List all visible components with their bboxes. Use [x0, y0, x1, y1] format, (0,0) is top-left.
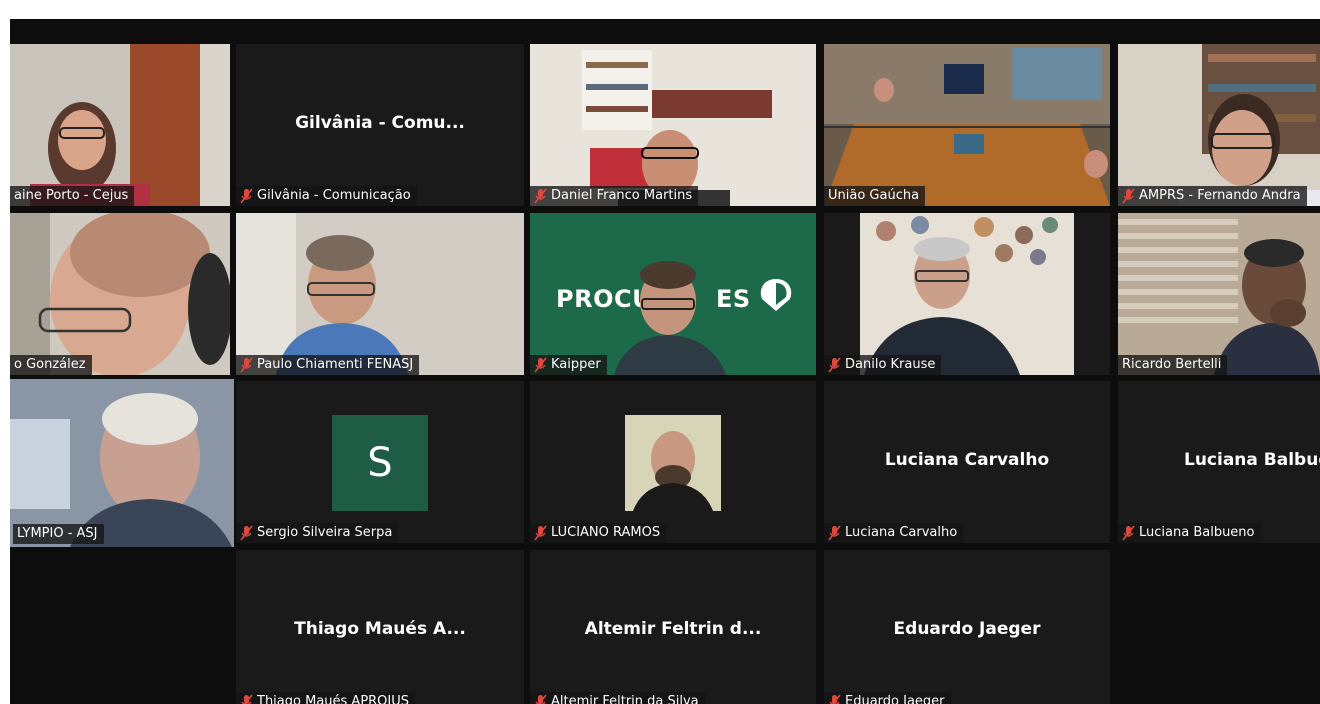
- muted-mic-icon: [1122, 188, 1135, 204]
- participant-tile[interactable]: S Sergio Silveira Serpa: [236, 381, 524, 543]
- profile-avatar: S: [332, 415, 428, 511]
- participant-tile[interactable]: Paulo Chiamenti FENASJ: [236, 213, 524, 375]
- participant-tile[interactable]: Thiago Maués A... Thiago Maués APROJUS: [236, 550, 524, 704]
- name-label: LUCIANO RAMOS: [530, 523, 667, 543]
- participant-tile-active-speaker[interactable]: LYMPIO - ASJ: [10, 379, 234, 547]
- participant-video: [824, 44, 1110, 206]
- participant-tile[interactable]: Altemir Feltrin d... Altemir Feltrin da …: [530, 550, 816, 704]
- name-label: Eduardo Jaeger: [824, 692, 951, 704]
- name-label: AMPRS - Fernando Andra: [1118, 186, 1307, 206]
- muted-mic-icon: [534, 357, 547, 373]
- participant-video: [614, 261, 726, 375]
- participant-tile[interactable]: Eduardo Jaeger Eduardo Jaeger: [824, 550, 1110, 704]
- participant-display-name: Gilvânia - Comu...: [295, 113, 465, 133]
- participant-video: [10, 44, 230, 206]
- name-label: LYMPIO - ASJ: [13, 524, 104, 544]
- name-label: Luciana Balbueno: [1118, 523, 1261, 543]
- muted-mic-icon: [828, 357, 841, 373]
- muted-mic-icon: [534, 525, 547, 541]
- name-label: Kaipper: [530, 355, 607, 375]
- participant-tile[interactable]: AMPRS - Fernando Andra: [1118, 44, 1320, 206]
- participant-tile[interactable]: Luciana Carvalho Luciana Carvalho: [824, 381, 1110, 543]
- participant-video: [10, 379, 234, 547]
- participant-tile[interactable]: LUCIANO RAMOS: [530, 381, 816, 543]
- name-label: Danilo Krause: [824, 355, 942, 375]
- name-label: Ricardo Bertelli: [1118, 355, 1228, 375]
- muted-mic-icon: [535, 694, 547, 704]
- participant-video: [530, 44, 816, 206]
- muted-mic-icon: [828, 525, 841, 541]
- name-label: Gilvânia - Comunicação: [236, 186, 417, 206]
- name-label: Thiago Maués APROJUS: [236, 692, 416, 704]
- muted-mic-icon: [241, 694, 253, 704]
- participant-video: [824, 213, 1110, 375]
- participant-tile[interactable]: o González: [10, 213, 230, 375]
- participant-tile[interactable]: Danilo Krause: [824, 213, 1110, 375]
- participant-video: [1118, 44, 1320, 206]
- name-label: Paulo Chiamenti FENASJ: [236, 355, 420, 375]
- participant-video: [10, 213, 230, 375]
- participant-display-name: Luciana Balbuer: [1184, 450, 1320, 470]
- muted-mic-icon: [829, 694, 841, 704]
- participant-display-name: Thiago Maués A...: [294, 619, 466, 639]
- name-label: Sergio Silveira Serpa: [236, 523, 399, 543]
- name-label: Altemir Feltrin da Silva: [530, 692, 705, 704]
- muted-mic-icon: [240, 188, 253, 204]
- participant-video: [1118, 213, 1320, 375]
- muted-mic-icon: [240, 357, 253, 373]
- name-label: o González: [10, 355, 92, 375]
- muted-mic-icon: [1122, 525, 1135, 541]
- participant-display-name: Eduardo Jaeger: [893, 619, 1041, 639]
- profile-photo: [625, 415, 721, 511]
- name-label: aine Porto - Cejus: [10, 186, 135, 206]
- name-label: Daniel Franco Martins: [530, 186, 699, 206]
- name-label: União Gaúcha: [824, 186, 926, 206]
- participant-tile[interactable]: aine Porto - Cejus: [10, 44, 230, 206]
- name-label: Luciana Carvalho: [824, 523, 964, 543]
- participant-tile[interactable]: Gilvânia - Comu... Gilvânia - Comunicaçã…: [236, 44, 524, 206]
- participant-display-name: Luciana Carvalho: [884, 450, 1050, 470]
- participant-tile[interactable]: União Gaúcha: [824, 44, 1110, 206]
- participant-display-name: Altemir Feltrin d...: [584, 619, 762, 639]
- participant-tile[interactable]: Luciana Balbuer Luciana Balbueno: [1118, 381, 1320, 543]
- muted-mic-icon: [534, 188, 547, 204]
- video-gallery: aine Porto - Cejus Gilvânia - Comu... Gi…: [10, 19, 1320, 704]
- participant-tile[interactable]: Daniel Franco Martins: [530, 44, 816, 206]
- participant-tile[interactable]: PROCURA ES Kaipper: [530, 213, 816, 375]
- participant-tile[interactable]: Ricardo Bertelli: [1118, 213, 1320, 375]
- muted-mic-icon: [240, 525, 253, 541]
- participant-video: [236, 213, 524, 375]
